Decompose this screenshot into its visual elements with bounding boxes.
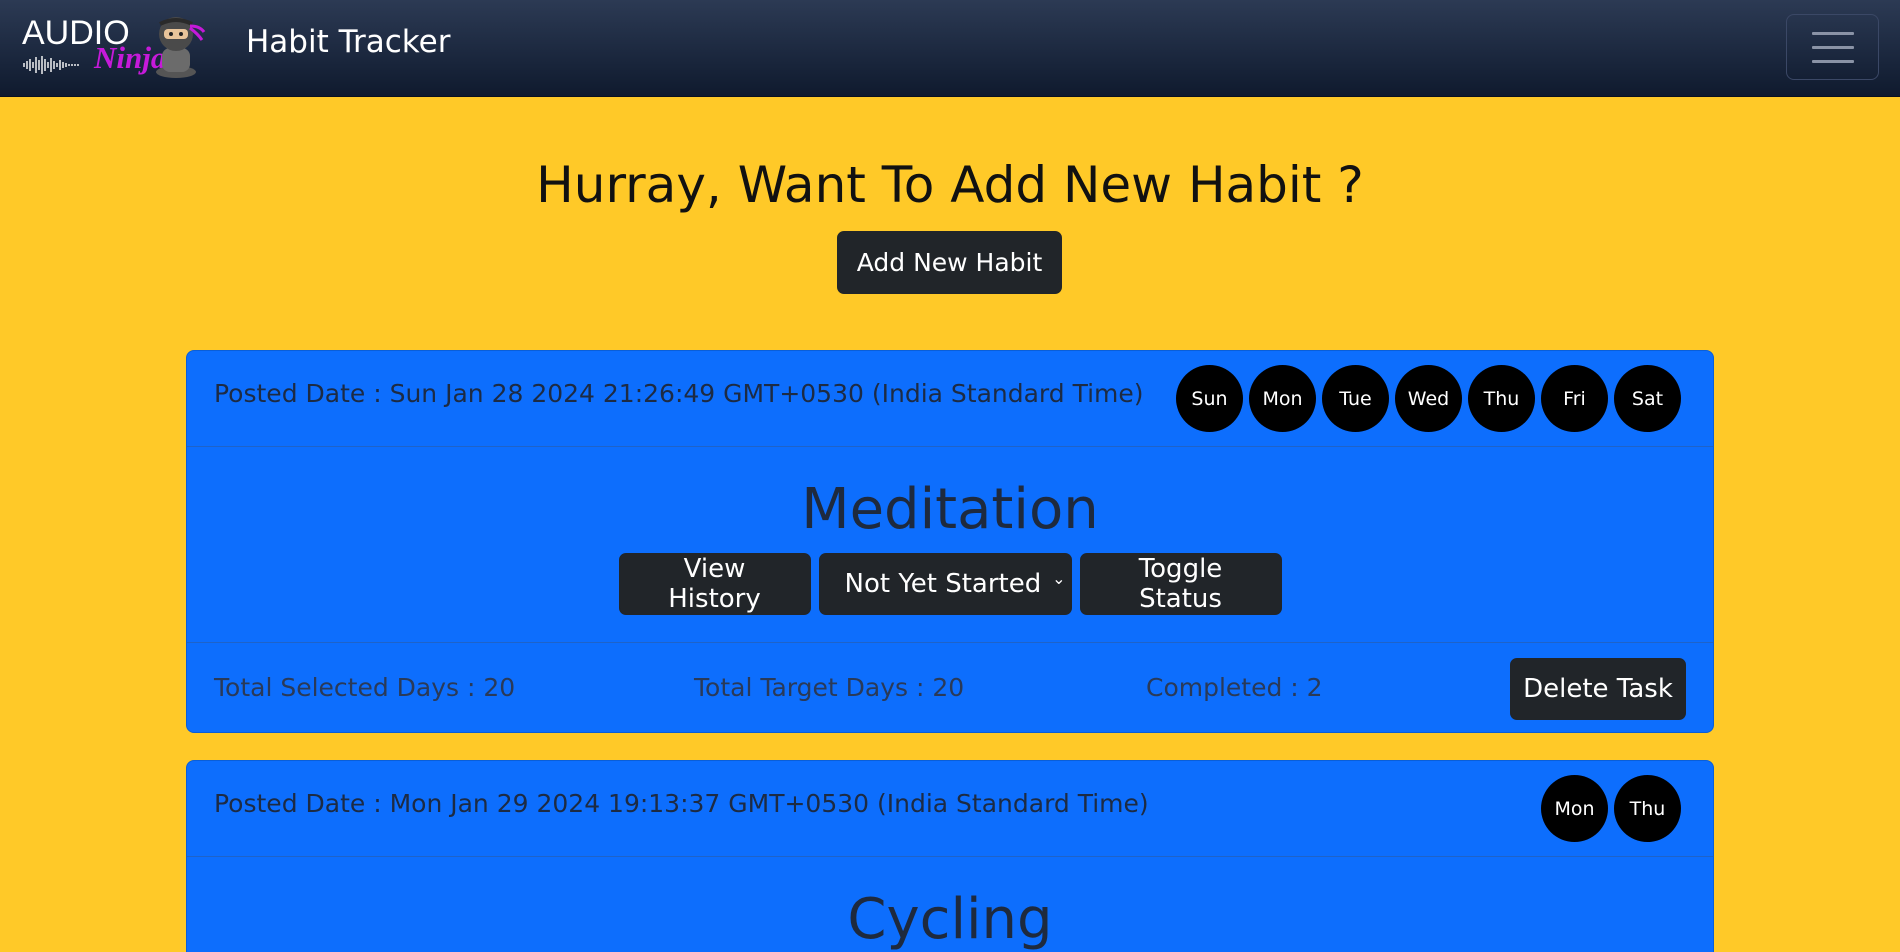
day-sun[interactable]: Sun <box>1176 365 1243 432</box>
habit-name: Meditation <box>801 477 1099 542</box>
day-mon[interactable]: Mon <box>1249 365 1316 432</box>
habit-name: Cycling <box>847 887 1053 952</box>
total-selected-days: Total Selected Days : 20 <box>214 673 516 702</box>
add-new-habit-button[interactable]: Add New Habit <box>837 231 1062 294</box>
habit-card: Posted Date : Sun Jan 28 2024 21:26:49 G… <box>186 350 1714 733</box>
navbar: AUDIO Ninja Habit Tracker <box>0 0 1900 97</box>
completed-count: Completed : 2 <box>1146 673 1323 702</box>
posted-date: Posted Date : Mon Jan 29 2024 19:13:37 G… <box>214 789 1149 818</box>
status-select[interactable]: Not Yet Started ⌄ <box>818 553 1072 615</box>
page-title: Hurray, Want To Add New Habit ? <box>536 156 1364 214</box>
view-history-button[interactable]: View History <box>618 553 811 615</box>
delete-task-button[interactable]: Delete Task <box>1510 658 1686 720</box>
day-fri[interactable]: Fri <box>1541 365 1608 432</box>
hamburger-icon <box>1812 32 1854 35</box>
day-selector: Sun Mon Tue Wed Thu Fri Sat <box>1176 365 1681 432</box>
day-tue[interactable]: Tue <box>1322 365 1389 432</box>
chevron-down-icon: ⌄ <box>1052 569 1066 588</box>
toggle-status-button[interactable]: Toggle Status <box>1079 553 1282 615</box>
hamburger-icon-line <box>1812 60 1854 63</box>
day-wed[interactable]: Wed <box>1395 365 1462 432</box>
app-title[interactable]: Habit Tracker <box>246 24 450 60</box>
menu-toggle-button[interactable] <box>1786 14 1879 80</box>
day-mon[interactable]: Mon <box>1541 775 1608 842</box>
ninja-mascot-icon <box>156 17 206 78</box>
hamburger-icon-line <box>1812 46 1854 49</box>
posted-date: Posted Date : Sun Jan 28 2024 21:26:49 G… <box>214 379 1144 408</box>
total-target-days: Total Target Days : 20 <box>694 673 965 702</box>
day-thu[interactable]: Thu <box>1468 365 1535 432</box>
day-selector: Mon Thu <box>1541 775 1681 842</box>
card-footer: Total Selected Days : 20 Total Target Da… <box>187 642 1713 734</box>
sound-wave-icon <box>23 56 79 74</box>
day-sat[interactable]: Sat <box>1614 365 1681 432</box>
page: AUDIO Ninja Habit Tracker Hurray, Want T… <box>0 0 1900 952</box>
status-select-value: Not Yet Started <box>844 569 1042 599</box>
card-header: Posted Date : Mon Jan 29 2024 19:13:37 G… <box>187 761 1713 857</box>
card-header: Posted Date : Sun Jan 28 2024 21:26:49 G… <box>187 351 1713 447</box>
habit-controls: View History Not Yet Started ⌄ Toggle St… <box>187 553 1713 615</box>
day-thu[interactable]: Thu <box>1614 775 1681 842</box>
audio-ninja-logo[interactable]: AUDIO Ninja <box>20 12 210 84</box>
habit-card: Posted Date : Mon Jan 29 2024 19:13:37 G… <box>186 760 1714 952</box>
